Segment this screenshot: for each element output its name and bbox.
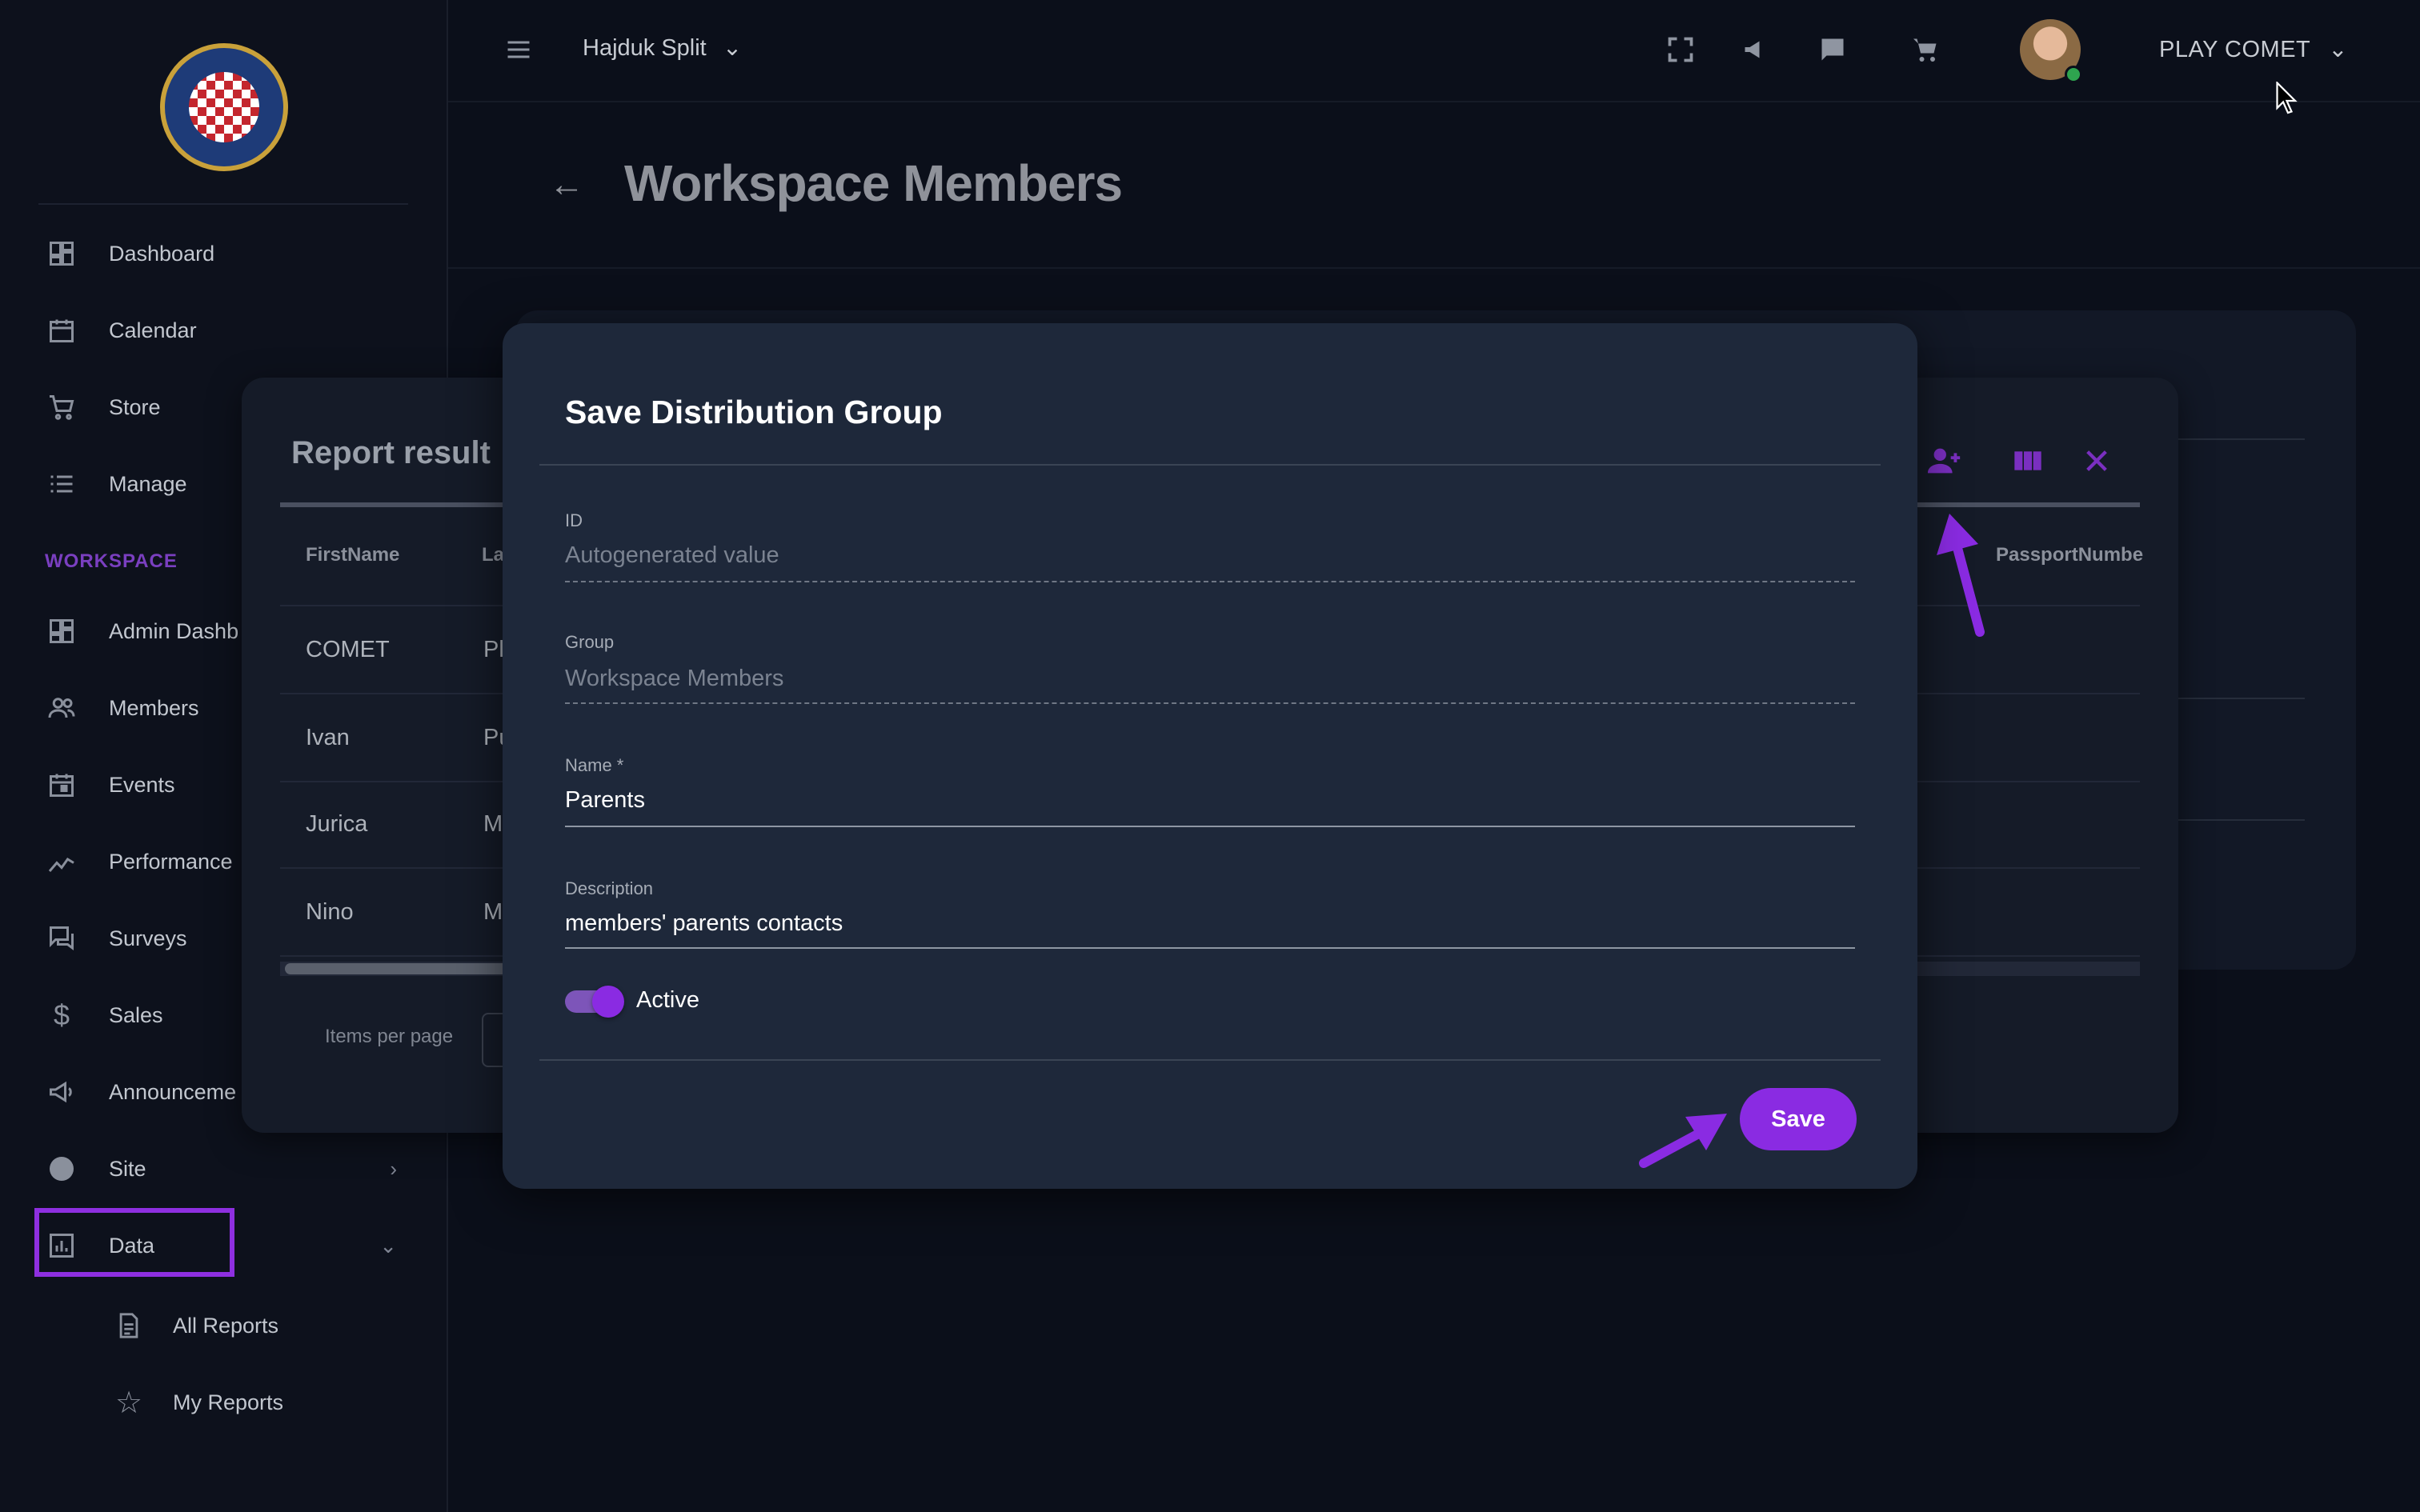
column-header-lastname[interactable]: La xyxy=(482,544,504,566)
fullscreen-icon[interactable] xyxy=(1663,32,1698,67)
club-logo[interactable] xyxy=(160,43,288,171)
columns-icon[interactable] xyxy=(2005,438,2050,483)
table-cell: COMET xyxy=(306,637,390,662)
user-menu[interactable]: PLAY COMET ⌄ xyxy=(2159,35,2348,63)
group-label: Group xyxy=(565,632,615,652)
section-label-workspace: WORKSPACE xyxy=(45,550,178,572)
sidebar-item-label: Manage xyxy=(109,471,187,496)
field-underline xyxy=(565,826,1855,827)
sidebar-item-label: Events xyxy=(109,772,175,797)
sidebar-item-all-reports[interactable]: All Reports xyxy=(112,1298,416,1354)
dollar-icon: $ xyxy=(53,998,70,1031)
name-field[interactable]: Parents xyxy=(565,787,1855,824)
table-cell: Ivan xyxy=(306,725,350,750)
megaphone-icon xyxy=(45,1075,78,1109)
chevron-down-icon: ⌄ xyxy=(2328,37,2349,62)
active-label: Active xyxy=(636,987,699,1013)
chat-icon xyxy=(45,922,78,955)
sidebar-item-label: Calendar xyxy=(109,318,197,342)
save-button[interactable]: Save xyxy=(1740,1088,1857,1150)
toggle-thumb[interactable] xyxy=(592,986,624,1018)
divider xyxy=(539,464,1881,466)
chevron-down-icon: ⌄ xyxy=(722,35,743,61)
megaphone-icon[interactable] xyxy=(1738,32,1773,67)
id-label: ID xyxy=(565,510,583,530)
sidebar-item-label: Store xyxy=(109,394,161,419)
table-cell: Nino xyxy=(306,899,354,925)
report-title: Report result xyxy=(291,435,491,470)
dashboard-icon xyxy=(45,614,78,648)
divider xyxy=(539,1059,1881,1061)
chevron-right-icon: › xyxy=(390,1156,397,1181)
sidebar-item-label: Admin Dashb xyxy=(109,618,239,643)
sidebar-item-label: Site xyxy=(109,1156,146,1181)
calendar-icon xyxy=(45,768,78,802)
sidebar-item-my-reports[interactable]: ☆ My Reports xyxy=(112,1374,416,1430)
sidebar-item-label: Surveys xyxy=(109,926,187,950)
star-icon: ☆ xyxy=(114,1386,143,1420)
annotation-arrow xyxy=(1639,1114,1727,1168)
description-label: Description xyxy=(565,878,654,898)
id-field: Autogenerated value xyxy=(565,542,779,568)
user-name: PLAY COMET xyxy=(2159,37,2310,62)
trend-icon xyxy=(45,845,78,878)
sidebar-item-label: Performance xyxy=(109,849,233,874)
globe-icon xyxy=(45,1152,78,1186)
page-title: Workspace Members xyxy=(624,154,1123,212)
club-selector[interactable]: Hajduk Split ⌄ xyxy=(583,34,742,62)
chat-icon[interactable] xyxy=(1815,32,1850,67)
column-header-firstname[interactable]: FirstName xyxy=(306,544,399,566)
document-icon xyxy=(112,1309,146,1342)
divider xyxy=(38,203,408,205)
field-underline xyxy=(565,702,1855,704)
sidebar-item-label: Dashboard xyxy=(109,241,215,266)
sidebar-item-calendar[interactable]: Calendar xyxy=(45,302,397,358)
sidebar-item-label: All Reports xyxy=(173,1313,279,1338)
field-underline xyxy=(565,947,1855,949)
chevron-down-icon: ⌄ xyxy=(379,1233,397,1258)
cart-icon xyxy=(45,390,78,424)
table-cell: Jurica xyxy=(306,811,368,837)
people-icon xyxy=(45,691,78,725)
annotation-arrow xyxy=(1937,514,1985,637)
list-icon xyxy=(45,467,78,501)
sidebar-item-label: Members xyxy=(109,695,199,720)
add-user-icon[interactable] xyxy=(1922,438,1967,483)
top-bar xyxy=(448,0,2420,102)
sidebar-item-label: My Reports xyxy=(173,1390,284,1414)
club-name: Hajduk Split xyxy=(583,35,707,61)
name-label: Name * xyxy=(565,755,624,775)
mouse-cursor-icon xyxy=(2276,82,2298,114)
sidebar-item-label: Announceme xyxy=(109,1079,237,1104)
column-header-passport[interactable]: PassportNumbe xyxy=(1996,544,2143,566)
highlight-box xyxy=(34,1208,234,1277)
back-arrow-icon[interactable]: ← xyxy=(549,165,584,205)
close-icon[interactable] xyxy=(2074,438,2119,483)
table-cell: Pl xyxy=(483,637,504,662)
group-field: Workspace Members xyxy=(565,666,784,691)
sidebar-item-label: Sales xyxy=(109,1002,163,1027)
sidebar-item-site[interactable]: Site › xyxy=(45,1141,397,1197)
calendar-icon xyxy=(45,314,78,347)
online-status-dot xyxy=(2065,66,2082,83)
table-cell: M xyxy=(483,811,503,837)
cart-icon[interactable] xyxy=(1908,32,1943,67)
field-underline xyxy=(565,581,1855,582)
dialog-title: Save Distribution Group xyxy=(565,394,943,430)
items-per-page-label: Items per page xyxy=(325,1026,454,1047)
sidebar-item-dashboard[interactable]: Dashboard xyxy=(45,226,397,282)
menu-icon[interactable] xyxy=(501,32,536,67)
description-field[interactable]: members' parents contacts xyxy=(565,910,1855,947)
table-cell: M xyxy=(483,899,503,925)
dashboard-icon xyxy=(45,237,78,270)
divider xyxy=(448,267,2420,269)
